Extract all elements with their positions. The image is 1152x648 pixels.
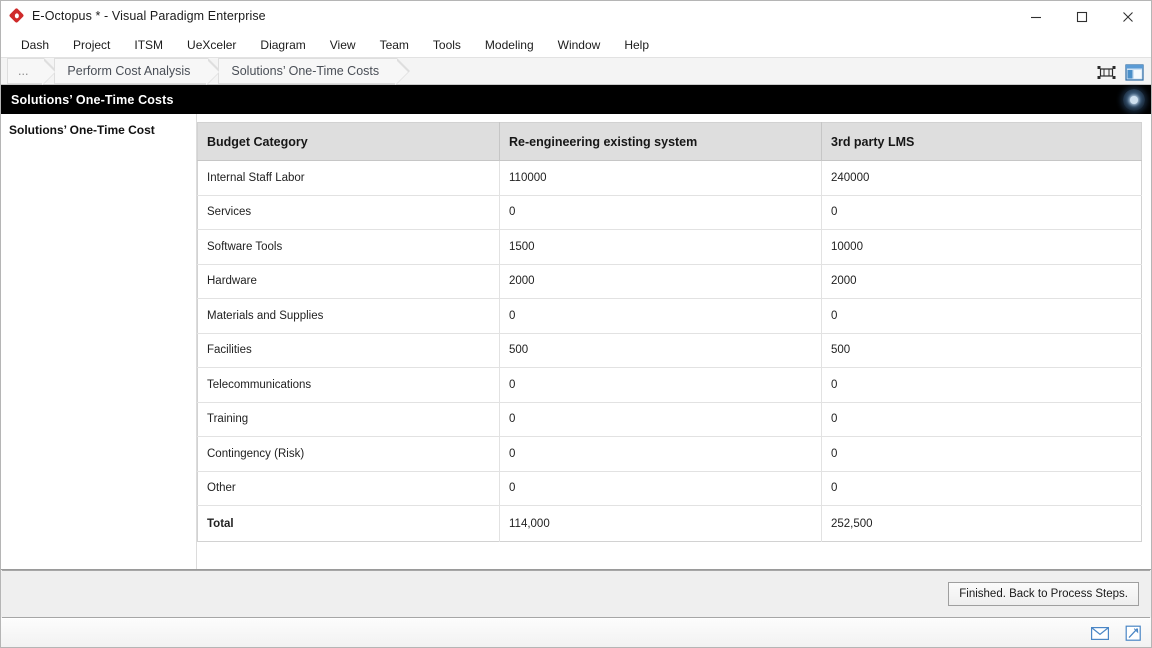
table-row[interactable]: Hardware 2000 2000 bbox=[198, 264, 1142, 299]
cell-category: Contingency (Risk) bbox=[198, 437, 500, 472]
table-row[interactable]: Telecommunications 0 0 bbox=[198, 368, 1142, 403]
cell-reengineering[interactable]: 1500 bbox=[500, 230, 822, 265]
cell-category: Services bbox=[198, 195, 500, 230]
content-panel: Budget Category Re-engineering existing … bbox=[197, 114, 1151, 569]
table-header-row: Budget Category Re-engineering existing … bbox=[198, 123, 1142, 161]
status-bar bbox=[1, 618, 1151, 647]
menu-item-dash[interactable]: Dash bbox=[9, 35, 61, 55]
cost-table: Budget Category Re-engineering existing … bbox=[197, 122, 1142, 542]
title-bar: E-Octopus * - Visual Paradigm Enterprise bbox=[1, 1, 1151, 32]
mail-envelope-icon[interactable] bbox=[1090, 624, 1110, 642]
cell-total-thirdparty: 252,500 bbox=[822, 506, 1142, 542]
table-row[interactable]: Facilities 500 500 bbox=[198, 333, 1142, 368]
cell-thirdparty[interactable]: 0 bbox=[822, 437, 1142, 472]
menu-item-modeling[interactable]: Modeling bbox=[473, 35, 546, 55]
table-row[interactable]: Services 0 0 bbox=[198, 195, 1142, 230]
column-header-budget-category: Budget Category bbox=[198, 123, 500, 161]
menu-item-itsm[interactable]: ITSM bbox=[122, 35, 175, 55]
column-header-third-party-lms: 3rd party LMS bbox=[822, 123, 1142, 161]
finished-back-to-process-steps-button[interactable]: Finished. Back to Process Steps. bbox=[948, 582, 1139, 607]
breadcrumb-tools bbox=[1095, 58, 1145, 86]
window-title: E-Octopus * - Visual Paradigm Enterprise bbox=[32, 9, 266, 23]
main-content-area: Solutions’ One-Time Cost Budget Category… bbox=[1, 114, 1151, 570]
action-bar: Finished. Back to Process Steps. bbox=[2, 570, 1150, 618]
menu-item-tools[interactable]: Tools bbox=[421, 35, 473, 55]
table-total-row: Total 114,000 252,500 bbox=[198, 506, 1142, 542]
menu-item-uexceler[interactable]: UeXceler bbox=[175, 35, 248, 55]
menu-item-help[interactable]: Help bbox=[612, 35, 661, 55]
cell-category: Training bbox=[198, 402, 500, 437]
panel-layout-icon[interactable] bbox=[1123, 62, 1145, 83]
minimize-icon[interactable] bbox=[1013, 1, 1059, 32]
cell-reengineering[interactable]: 110000 bbox=[500, 161, 822, 196]
page-title: Solutions’ One-Time Costs bbox=[11, 93, 174, 107]
cell-thirdparty[interactable]: 0 bbox=[822, 299, 1142, 334]
table-row[interactable]: Training 0 0 bbox=[198, 402, 1142, 437]
cell-thirdparty[interactable]: 0 bbox=[822, 402, 1142, 437]
cell-total-label: Total bbox=[198, 506, 500, 542]
close-icon[interactable] bbox=[1105, 1, 1151, 32]
cell-reengineering[interactable]: 0 bbox=[500, 402, 822, 437]
cell-category: Other bbox=[198, 471, 500, 506]
table-row[interactable]: Other 0 0 bbox=[198, 471, 1142, 506]
table-row[interactable]: Contingency (Risk) 0 0 bbox=[198, 437, 1142, 472]
window-controls bbox=[1013, 1, 1151, 32]
cell-category: Software Tools bbox=[198, 230, 500, 265]
cell-thirdparty[interactable]: 0 bbox=[822, 368, 1142, 403]
cell-thirdparty[interactable]: 500 bbox=[822, 333, 1142, 368]
cell-reengineering[interactable]: 0 bbox=[500, 368, 822, 403]
table-row[interactable]: Materials and Supplies 0 0 bbox=[198, 299, 1142, 334]
cell-thirdparty[interactable]: 10000 bbox=[822, 230, 1142, 265]
sidebar-title: Solutions’ One-Time Cost bbox=[9, 123, 196, 137]
cell-reengineering[interactable]: 0 bbox=[500, 299, 822, 334]
cell-category: Telecommunications bbox=[198, 368, 500, 403]
cell-category: Materials and Supplies bbox=[198, 299, 500, 334]
glowing-status-icon[interactable] bbox=[1123, 89, 1145, 111]
maximize-icon[interactable] bbox=[1059, 1, 1105, 32]
column-header-reengineering: Re-engineering existing system bbox=[500, 123, 822, 161]
cell-reengineering[interactable]: 500 bbox=[500, 333, 822, 368]
table-row[interactable]: Software Tools 1500 10000 bbox=[198, 230, 1142, 265]
cell-reengineering[interactable]: 0 bbox=[500, 471, 822, 506]
menu-item-diagram[interactable]: Diagram bbox=[248, 35, 317, 55]
sidebar: Solutions’ One-Time Cost bbox=[1, 114, 197, 569]
menu-item-view[interactable]: View bbox=[318, 35, 368, 55]
cell-thirdparty[interactable]: 240000 bbox=[822, 161, 1142, 196]
breadcrumb-item-ellipsis[interactable]: ... bbox=[7, 58, 44, 84]
edit-document-icon[interactable] bbox=[1123, 624, 1143, 642]
menu-bar: Dash Project ITSM UeXceler Diagram View … bbox=[1, 32, 1151, 57]
breadcrumb-item-perform-cost-analysis[interactable]: Perform Cost Analysis bbox=[54, 58, 208, 84]
menu-item-team[interactable]: Team bbox=[368, 35, 421, 55]
menu-item-window[interactable]: Window bbox=[546, 35, 613, 55]
application-window: E-Octopus * - Visual Paradigm Enterprise… bbox=[0, 0, 1152, 648]
cell-category: Facilities bbox=[198, 333, 500, 368]
cell-category: Hardware bbox=[198, 264, 500, 299]
cell-thirdparty[interactable]: 0 bbox=[822, 471, 1142, 506]
cell-reengineering[interactable]: 2000 bbox=[500, 264, 822, 299]
breadcrumb-item-solutions-one-time-costs[interactable]: Solutions’ One-Time Costs bbox=[218, 58, 397, 84]
cell-reengineering[interactable]: 0 bbox=[500, 195, 822, 230]
table-row[interactable]: Internal Staff Labor 110000 240000 bbox=[198, 161, 1142, 196]
breadcrumb: ... Perform Cost Analysis Solutions’ One… bbox=[1, 57, 1151, 85]
fit-to-window-icon[interactable] bbox=[1095, 62, 1117, 83]
cell-total-reengineering: 114,000 bbox=[500, 506, 822, 542]
menu-item-project[interactable]: Project bbox=[61, 35, 122, 55]
cell-reengineering[interactable]: 0 bbox=[500, 437, 822, 472]
cell-thirdparty[interactable]: 0 bbox=[822, 195, 1142, 230]
cell-category: Internal Staff Labor bbox=[198, 161, 500, 196]
app-logo-icon bbox=[9, 8, 25, 24]
page-header-bar: Solutions’ One-Time Costs bbox=[1, 85, 1151, 114]
cell-thirdparty[interactable]: 2000 bbox=[822, 264, 1142, 299]
